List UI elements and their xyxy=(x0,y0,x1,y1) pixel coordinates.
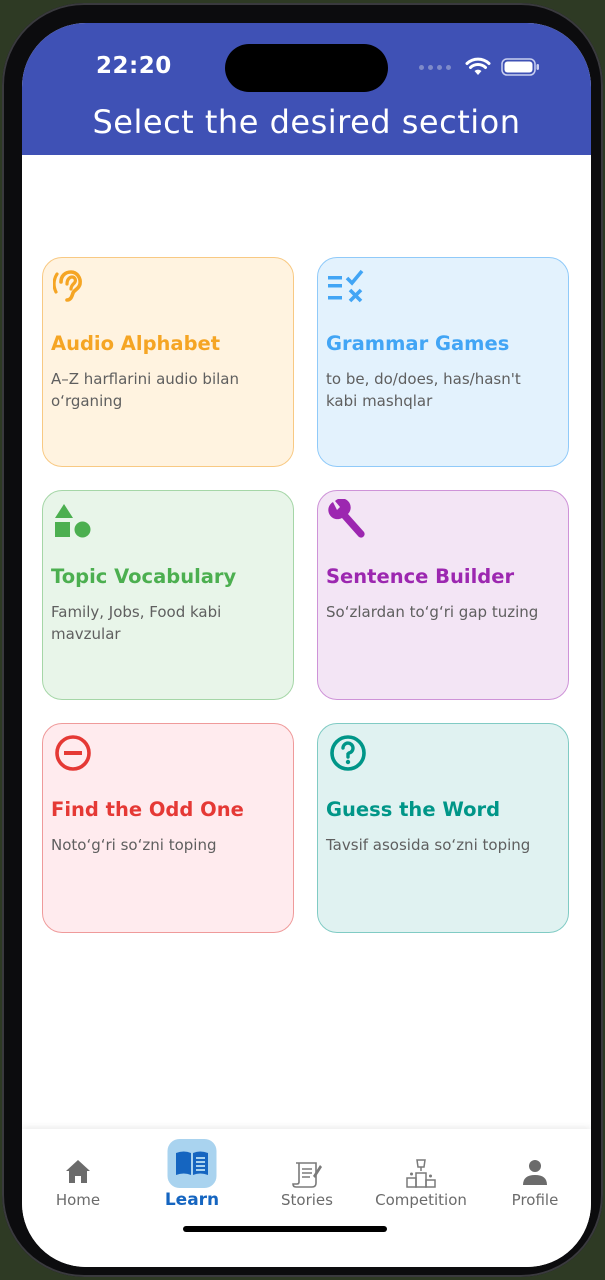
section-title: Topic Vocabulary xyxy=(51,565,237,588)
section-description: Noto‘g‘ri so‘zni toping xyxy=(51,836,217,854)
section-title: Sentence Builder xyxy=(326,565,515,588)
nav-label-learn: Learn xyxy=(164,1190,220,1210)
status-icons xyxy=(419,57,541,77)
section-title: Guess the Word xyxy=(326,798,501,821)
book-icon xyxy=(176,1151,208,1175)
section-title: Grammar Games xyxy=(326,332,510,355)
signal-icon xyxy=(419,64,451,70)
section-title: Find the Odd One xyxy=(51,798,244,821)
section-description: So‘zlardan to‘g‘ri gap tuzing xyxy=(326,603,539,621)
bottom-navigation: Home Learn Stories Competition Profile xyxy=(22,1129,591,1267)
section-description: Family, Jobs, Food kabi mavzular xyxy=(51,603,222,643)
ear-icon xyxy=(53,270,82,302)
nav-item-stories[interactable]: Stories xyxy=(250,1129,364,1239)
nav-label-competition: Competition xyxy=(375,1191,467,1209)
section-title: Audio Alphabet xyxy=(51,332,221,355)
page-title: Select the desired section xyxy=(92,103,521,141)
section-card-guess-the-word[interactable]: Guess the Word Tavsif asosida so‘zni top… xyxy=(317,723,569,933)
phone-frame: 22:20 Select the desired section Audio A… xyxy=(2,3,603,1277)
question-circle-icon xyxy=(330,735,366,771)
section-description: A–Z harflarini audio bilan o‘rganing xyxy=(51,370,239,410)
app-bar: 22:20 Select the desired section xyxy=(22,23,591,155)
nav-item-learn[interactable]: Learn xyxy=(135,1129,249,1239)
battery-icon xyxy=(501,58,539,76)
nav-item-home[interactable]: Home xyxy=(22,1129,135,1239)
status-time: 22:20 xyxy=(96,53,172,79)
section-description: to be, do/does, has/hasn't kabi mashqlar xyxy=(326,370,521,410)
shapes-icon xyxy=(55,504,91,538)
rule-check-icon xyxy=(328,269,364,303)
home-indicator xyxy=(183,1226,387,1232)
section-card-topic-vocabulary[interactable]: Topic Vocabulary Family, Jobs, Food kabi… xyxy=(42,490,294,700)
nav-label-home: Home xyxy=(55,1191,101,1209)
section-card-sentence-builder[interactable]: Sentence Builder So‘zlardan to‘g‘ri gap … xyxy=(317,490,569,700)
wifi-icon xyxy=(465,57,491,75)
minus-circle-icon xyxy=(55,735,91,771)
app-screen: 22:20 Select the desired section Audio A… xyxy=(22,23,591,1267)
wrench-icon xyxy=(328,499,365,538)
section-card-find-the-odd-one[interactable]: Find the Odd One Noto‘g‘ri so‘zni toping xyxy=(42,723,294,933)
section-description: Tavsif asosida so‘zni toping xyxy=(326,836,531,854)
dynamic-island xyxy=(225,44,388,92)
nav-item-competition[interactable]: Competition xyxy=(364,1129,478,1239)
nav-label-stories: Stories xyxy=(281,1191,333,1209)
nav-label-profile: Profile xyxy=(511,1191,559,1209)
section-card-grammar-games[interactable]: Grammar Games to be, do/does, has/hasn't… xyxy=(317,257,569,467)
section-card-audio-alphabet[interactable]: Audio Alphabet A–Z harflarini audio bila… xyxy=(42,257,294,467)
nav-item-profile[interactable]: Profile xyxy=(478,1129,591,1239)
